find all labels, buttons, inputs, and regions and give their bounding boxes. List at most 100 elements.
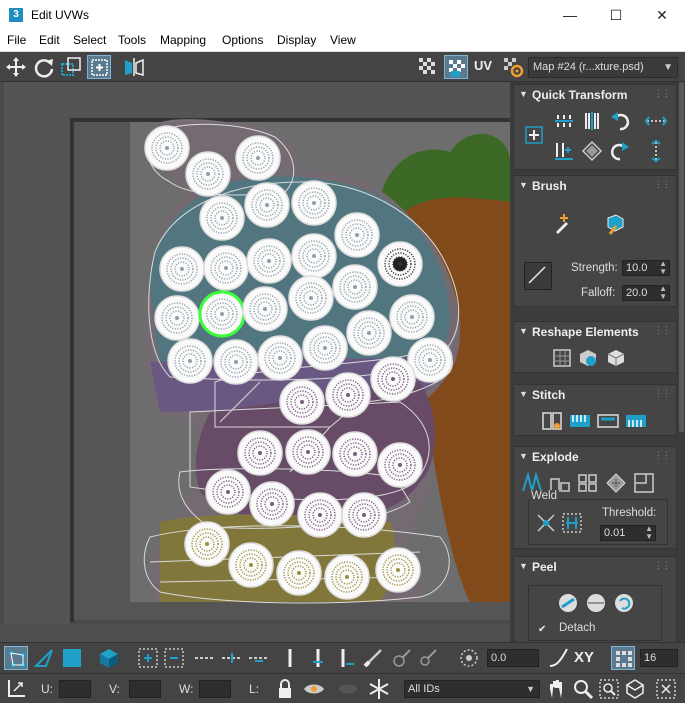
menu-edit[interactable]: Edit — [39, 33, 60, 47]
menu-file[interactable]: File — [7, 33, 26, 47]
show-map-icon[interactable] — [444, 55, 468, 79]
uv-vertex-cluster[interactable] — [185, 151, 231, 197]
reshape-elements-header[interactable]: ▼ Reshape Elements ⋮⋮ — [514, 322, 676, 342]
menu-select[interactable]: Select — [73, 33, 106, 47]
spinner-arrows-icon[interactable]: ▲ ▼ — [659, 285, 667, 301]
freeform-tool-icon[interactable] — [87, 55, 111, 79]
grow-selection-icon[interactable] — [136, 646, 160, 670]
uv-vertex-cluster[interactable] — [302, 325, 348, 371]
stitch-average-icon[interactable] — [596, 409, 620, 433]
uv-vertex-cluster[interactable] — [285, 429, 331, 475]
uv-vertex-cluster[interactable] — [249, 481, 295, 527]
stitch-header[interactable]: ▼ Stitch ⋮⋮ — [514, 385, 676, 405]
element-mode-icon[interactable] — [97, 646, 121, 670]
grow-loop-icon[interactable] — [220, 646, 244, 670]
grid-snap-icon[interactable] — [611, 646, 635, 670]
shrink-loop-icon[interactable] — [247, 646, 271, 670]
increase-paint-size-icon[interactable] — [390, 646, 414, 670]
zoom-region-icon[interactable] — [597, 677, 621, 701]
uv-label[interactable]: UV — [474, 58, 492, 73]
hide-icon[interactable] — [302, 677, 326, 701]
relax-brush-icon[interactable] — [602, 212, 626, 236]
falloff-spinner[interactable]: 20.0 ▲ ▼ — [622, 285, 670, 301]
menu-mapping[interactable]: Mapping — [160, 33, 206, 47]
align-horizontal-icon[interactable] — [552, 109, 576, 133]
uv-vertex-cluster[interactable] — [154, 295, 200, 341]
uv-editor-viewport[interactable] — [0, 82, 510, 642]
explode-header[interactable]: ▼ Explode ⋮⋮ — [514, 447, 676, 467]
menu-display[interactable]: Display — [277, 33, 316, 47]
relax-custom-icon[interactable] — [604, 346, 628, 370]
detach-checkbox[interactable]: ✔ — [538, 625, 548, 635]
vertex-mode-icon[interactable] — [4, 646, 28, 670]
v-field[interactable] — [129, 680, 161, 698]
uv-vertex-cluster[interactable] — [257, 335, 303, 381]
menu-tools[interactable]: Tools — [118, 33, 146, 47]
uv-vertex-cluster[interactable] — [198, 290, 246, 338]
spacing-horizontal-icon[interactable] — [644, 109, 668, 133]
shrink-ring-icon[interactable] — [334, 646, 358, 670]
stitch-custom-icon[interactable] — [540, 409, 564, 433]
uv-canvas[interactable] — [0, 82, 510, 642]
align-vertical-icon[interactable] — [580, 109, 604, 133]
align-center-icon[interactable] — [522, 123, 546, 147]
rotate-minus-90-icon[interactable] — [608, 109, 632, 133]
lock-selection-icon[interactable] — [273, 677, 297, 701]
align-bottom-icon[interactable] — [552, 139, 576, 163]
grid-size-spinner[interactable]: 16 — [640, 649, 678, 667]
uv-vertex-cluster[interactable] — [244, 182, 290, 228]
uv-vertex-cluster[interactable] — [279, 379, 325, 425]
menu-view[interactable]: View — [330, 33, 356, 47]
peel-header[interactable]: ▼ Peel ⋮⋮ — [514, 557, 676, 577]
uv-vertex-cluster[interactable] — [325, 372, 371, 418]
material-id-select[interactable]: All IDs ▼ — [404, 680, 540, 698]
mirror-tool-icon[interactable] — [122, 55, 146, 79]
map-select-dropdown[interactable]: Map #24 (r...xture.psd) ▼ — [528, 57, 678, 78]
falloff-curve-icon[interactable] — [524, 262, 552, 290]
edge-mode-icon[interactable] — [32, 646, 56, 670]
quick-peel-icon[interactable] — [556, 591, 580, 615]
paint-select-icon[interactable] — [361, 646, 385, 670]
decrease-paint-size-icon[interactable] — [416, 646, 440, 670]
uv-vertex-cluster[interactable] — [341, 492, 387, 538]
uv-vertex-cluster[interactable] — [389, 294, 435, 340]
angle-spinner[interactable]: 0.0 — [487, 649, 539, 667]
uv-vertex-cluster[interactable] — [242, 286, 288, 332]
uv-vertex-cluster[interactable] — [324, 554, 370, 600]
uv-vertex-cluster[interactable] — [184, 521, 230, 567]
uv-vertex-cluster[interactable] — [297, 492, 343, 538]
close-button[interactable]: ✕ — [639, 0, 685, 30]
snowflake-icon[interactable] — [367, 677, 391, 701]
weld-all-selected-icon[interactable] — [560, 511, 584, 535]
uv-vertex-cluster[interactable] — [205, 469, 251, 515]
paint-move-icon[interactable] — [552, 212, 576, 236]
uv-vertex-cluster[interactable] — [203, 245, 249, 291]
panel-scrollbar[interactable] — [679, 82, 684, 432]
quick-transform-header[interactable]: ▼ Quick Transform ⋮⋮ — [514, 85, 676, 105]
uv-vertex-cluster[interactable] — [291, 233, 337, 279]
pan-icon[interactable] — [545, 677, 569, 701]
uv-vertex-cluster[interactable] — [144, 125, 190, 171]
spinner-arrows-icon[interactable]: ▲ ▼ — [659, 260, 667, 276]
w-field[interactable] — [199, 680, 231, 698]
zoom-extents-icon[interactable] — [623, 677, 647, 701]
uv-vertex-cluster[interactable] — [291, 180, 337, 226]
maximize-button[interactable]: ☐ — [593, 0, 639, 30]
uv-vertex-cluster[interactable] — [377, 442, 423, 488]
freeze-icon[interactable] — [336, 677, 360, 701]
stitch-to-source-icon[interactable] — [568, 409, 592, 433]
flatten-by-polygon-icon[interactable] — [576, 471, 600, 495]
minimize-button[interactable]: — — [547, 0, 593, 30]
uv-vertex-cluster[interactable] — [332, 264, 378, 310]
uv-vertex-cluster[interactable] — [370, 356, 416, 402]
uv-vertex-cluster[interactable] — [276, 550, 322, 596]
polygon-mode-icon[interactable] — [60, 646, 84, 670]
uv-vertex-cluster[interactable] — [288, 275, 334, 321]
grow-ring-icon[interactable] — [306, 646, 330, 670]
rotate-plus-90-icon[interactable] — [608, 139, 632, 163]
coordinate-space-xy[interactable]: XY — [574, 649, 594, 666]
uv-vertex-cluster[interactable] — [237, 430, 283, 476]
menu-options[interactable]: Options — [222, 33, 263, 47]
uv-vertex-cluster[interactable] — [377, 241, 423, 287]
peel-mode-icon[interactable] — [584, 591, 608, 615]
